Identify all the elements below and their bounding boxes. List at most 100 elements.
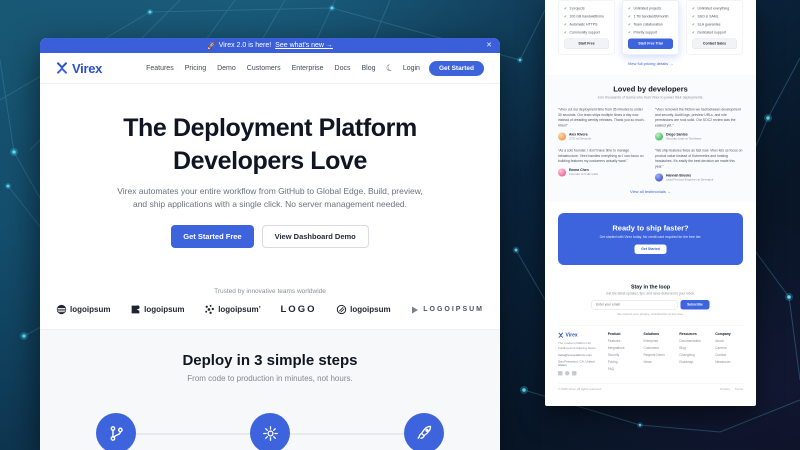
logo-row: logoipsum logoipsum logoipsum’ LOGO (40, 304, 500, 315)
nav-link-blog[interactable]: Blog (362, 65, 376, 72)
plan-feature: Dedicated support (692, 31, 737, 35)
start-free-trial-button[interactable]: Start Free Trial (628, 39, 673, 50)
newsletter-note: We respect your privacy. Unsubscribe at … (558, 313, 743, 316)
brand-logo[interactable]: Virex (56, 61, 102, 76)
gear-icon (262, 425, 279, 442)
dark-mode-moon-icon[interactable]: ☾ (385, 62, 395, 73)
footer-column-title: Product (608, 333, 636, 337)
preview-cta-banner: Ready to ship faster? Get started with V… (558, 213, 743, 265)
steps-subtitle: From code to production in minutes, not … (40, 374, 500, 383)
check-icon (628, 31, 631, 35)
avatar (655, 174, 663, 182)
footer-link[interactable]: Enterprise (644, 340, 672, 344)
footer-link[interactable]: Blog (679, 347, 707, 351)
nav-link-enterprise[interactable]: Enterprise (292, 65, 324, 72)
footer-link[interactable]: Pricing (608, 361, 636, 365)
contact-sales-button[interactable]: Contact Sales (692, 39, 737, 50)
hatched-circle-icon (336, 304, 347, 315)
start-free-button[interactable]: Start Free (564, 39, 609, 50)
testimonial-role: Security Lead at Techbase (666, 137, 701, 140)
logoipsum-dots-logo: logoipsum’ (204, 304, 261, 315)
footer-brand-logo[interactable]: Virex (558, 333, 600, 339)
logoipsum-hatched-logo: logoipsum (336, 304, 390, 315)
testimonial-card: "Virex removed the friction we had betwe… (655, 108, 743, 141)
footer-link[interactable]: Careers (715, 347, 743, 351)
linkedin-icon[interactable] (572, 371, 577, 376)
footer-email[interactable]: hello@virexplatform.com (558, 353, 600, 357)
nav-link-customers[interactable]: Customers (247, 65, 281, 72)
testimonials-grid: "Virex cut our deployment time from 35 m… (558, 108, 743, 182)
footer-link[interactable]: FAQ (608, 368, 636, 372)
nav-links: Features Pricing Demo Customers Enterpri… (146, 65, 375, 72)
preview-footer: Stay in the loop Get the latest updates,… (545, 276, 756, 396)
nav-link-docs[interactable]: Docs (335, 65, 351, 72)
git-branch-icon (108, 425, 125, 442)
cta-get-started-button[interactable]: Get Started (635, 245, 667, 255)
footer-link[interactable]: Integrations (608, 347, 636, 351)
plan-feature: Automatic HTTPS (564, 23, 609, 27)
steps-section: Deploy in 3 simple steps From code to pr… (40, 329, 500, 450)
privacy-link[interactable]: Privacy (720, 388, 730, 391)
testimonial-meta: Alex Rivera CTO at Devtools (558, 133, 646, 141)
footer-link[interactable]: Customers (644, 347, 672, 351)
footer-link[interactable]: Contact (715, 354, 743, 358)
get-started-button[interactable]: Get Started (429, 61, 484, 76)
nav-right: ☾ Login Get Started (386, 61, 484, 76)
banner-whats-new-link[interactable]: See what's new → (275, 42, 333, 49)
step-row (40, 413, 500, 450)
testimonial-card: "Virex cut our deployment time from 35 m… (558, 108, 646, 141)
trusted-section: Trusted by innovative teams worldwide lo… (40, 288, 500, 315)
footer-link[interactable]: Changelog (679, 354, 707, 358)
testimonial-card: "As a solo founder, I don't have time to… (558, 149, 646, 182)
testimonial-role: Founder at Indie Labs (569, 173, 598, 176)
preview-inner: 3 projects 100 GB bandwidth/mo Automatic… (545, 0, 756, 396)
footer-link[interactable]: Security (608, 354, 636, 358)
step-2-circle (250, 413, 290, 450)
view-dashboard-demo-button[interactable]: View Dashboard Demo (262, 225, 369, 248)
logo-label: logoipsum (70, 305, 110, 314)
logoipsum-square-logo: logoipsum (130, 304, 184, 315)
get-started-free-button[interactable]: Get Started Free (171, 225, 253, 248)
footer-column-title: Company (715, 333, 743, 337)
footer-link[interactable]: Documentation (679, 340, 707, 344)
testimonial-name: Alex Rivera (569, 133, 591, 137)
view-all-testimonials-link[interactable]: View all testimonials → (558, 190, 743, 195)
footer-link[interactable]: Roadmap (679, 361, 707, 365)
check-icon (692, 31, 695, 35)
terms-link[interactable]: Terms (735, 388, 743, 391)
check-icon (628, 15, 631, 19)
check-icon (692, 15, 695, 19)
nav-link-pricing[interactable]: Pricing (185, 65, 206, 72)
footer-link[interactable]: Request Demo (644, 354, 672, 358)
nav-link-demo[interactable]: Demo (217, 65, 236, 72)
banner-close-icon[interactable]: ✕ (486, 38, 492, 53)
footer-link[interactable]: News (644, 361, 672, 365)
login-link[interactable]: Login (403, 65, 420, 72)
footer-address: San Francisco, CA, United States (558, 360, 600, 367)
step-1-circle (96, 413, 136, 450)
newsletter-block: Stay in the loop Get the latest updates,… (558, 284, 743, 316)
github-icon[interactable] (565, 371, 570, 376)
striped-circle-icon (56, 304, 67, 315)
preview-pricing-section: 3 projects 100 GB bandwidth/mo Automatic… (545, 0, 756, 75)
email-input[interactable] (592, 300, 678, 310)
nav-link-features[interactable]: Features (146, 65, 174, 72)
testimonial-name: Hannah Brooks (666, 174, 713, 178)
check-icon (564, 15, 567, 19)
twitter-icon[interactable] (558, 371, 563, 376)
footer-link[interactable]: Features (608, 340, 636, 344)
footer-link[interactable]: Newsroom (715, 361, 743, 365)
pricing-details-link[interactable]: View full pricing details → (558, 55, 743, 72)
subscribe-button[interactable]: Subscribe (681, 300, 710, 310)
footer-link[interactable]: About (715, 340, 743, 344)
footer-column-title: Solutions (644, 333, 672, 337)
footer-brand-desc: The modern platform for building and shi… (558, 341, 600, 350)
plan-feature: 1 TB bandwidth/month (628, 15, 673, 19)
plan-feature: SLA guarantee (692, 23, 737, 27)
testimonial-quote: "As a solo founder, I don't have time to… (558, 149, 646, 165)
full-page-preview[interactable]: 3 projects 100 GB bandwidth/mo Automatic… (545, 0, 756, 406)
footer-brand-column: Virex The modern platform for building a… (558, 333, 600, 376)
check-icon (692, 23, 695, 27)
testimonials-title: Loved by developers (558, 85, 743, 94)
logo-label: LOGOIPSUM (423, 306, 484, 313)
